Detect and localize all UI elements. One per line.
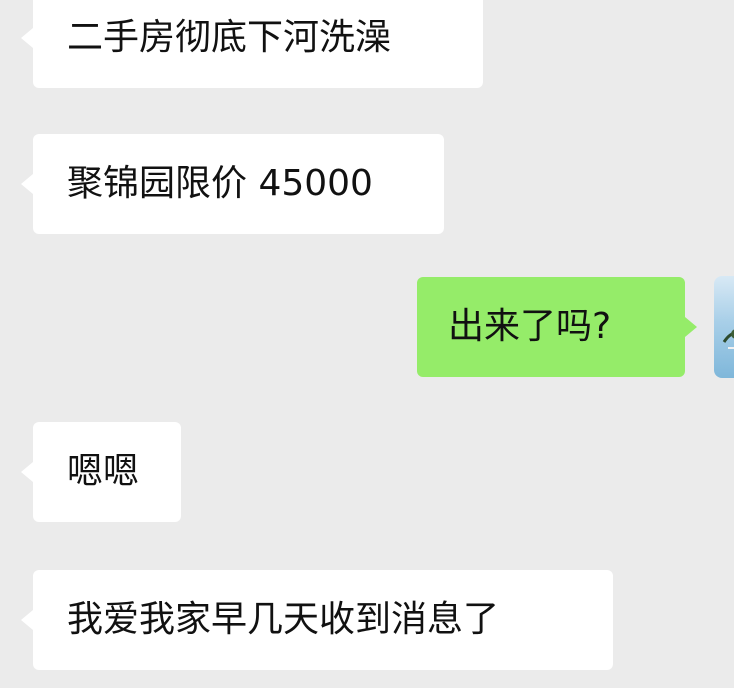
user-avatar[interactable] — [714, 276, 734, 378]
message-bubble-incoming[interactable]: 聚锦园限价 45000 — [21, 134, 444, 234]
message-bubble-incoming[interactable]: 我爱我家早几天收到消息了 — [21, 570, 613, 670]
message-bubble-incoming[interactable]: 嗯嗯 — [21, 422, 181, 522]
message-text: 我爱我家早几天收到消息了 — [67, 599, 500, 640]
message-text: 嗯嗯 — [67, 451, 140, 492]
message-bubble-incoming[interactable]: 二手房彻底下河洗澡 — [21, 0, 483, 88]
message-text: 出来了吗? — [448, 306, 612, 347]
chat-message-list[interactable]: 二手房彻底下河洗澡 聚锦园限价 45000 出来了吗? 嗯嗯 我爱我家早几天收到… — [0, 0, 734, 688]
message-text: 聚锦园限价 45000 — [67, 163, 373, 204]
user-avatar-photo-icon — [722, 329, 734, 349]
message-bubble-outgoing[interactable]: 出来了吗? — [417, 277, 697, 377]
message-text: 二手房彻底下河洗澡 — [67, 17, 392, 58]
